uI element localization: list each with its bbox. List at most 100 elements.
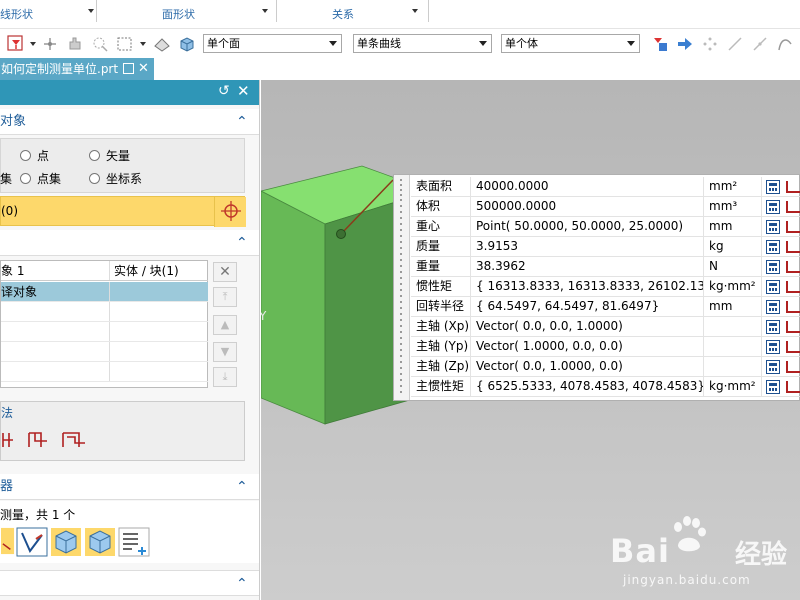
calculator-icon[interactable] [766,340,780,354]
measurement-info-table[interactable]: 表面积 40000.0000 mm² 体积 500000.0000 mm³ 重心 Point(… [393,174,800,401]
calculator-icon[interactable] [766,300,780,314]
measure-vector-icon[interactable] [16,527,48,557]
body-result-icon[interactable] [50,527,82,557]
snap-point-icon[interactable] [40,34,60,54]
list-item[interactable] [1,322,208,342]
radio-point[interactable]: 点 [20,149,49,163]
radio-vector[interactable]: 矢量 [89,149,130,163]
group-face-shape[interactable]: 面形状 [162,0,195,22]
info-row[interactable]: 表面积 40000.0000 mm² [411,177,800,197]
info-row[interactable]: 惯性矩 { 16313.8333, 16313.8333, 26102.1333}… [411,277,800,297]
section-header-settings[interactable]: ⌃ [0,570,259,597]
radio-icon[interactable] [89,150,100,161]
line-icon[interactable] [725,34,745,54]
info-row[interactable]: 回转半径 { 64.5497, 64.5497, 81.6497} mm [411,297,800,317]
measure-icon[interactable] [786,321,800,333]
center-of-gravity-point[interactable] [336,229,346,239]
radio-icon[interactable] [20,173,31,184]
group-relations[interactable]: 关系 [332,0,354,22]
measure-icon[interactable] [786,241,800,253]
list-item[interactable] [1,342,208,362]
info-row[interactable]: 主轴 (Xp) Vector( 0.0, 0.0, 1.0000) [411,317,800,337]
body-rule-select[interactable]: 单个体 [501,34,640,53]
volume-method-icon[interactable] [59,427,89,455]
measure-icon[interactable] [786,181,800,193]
reset-icon[interactable]: ↺ [218,83,230,99]
calculator-icon[interactable] [766,380,780,394]
curve-rule-select[interactable]: 单条曲线 [353,34,492,53]
info-row[interactable]: 主惯性矩 { 6525.5333, 4078.4583, 4078.4583} kg… [411,377,800,397]
calculator-icon[interactable] [766,200,780,214]
chevron-up-icon[interactable]: ⌃ [236,571,248,597]
close-icon[interactable]: ✕ [138,58,149,80]
info-row[interactable]: 重量 38.3962 N [411,257,800,277]
curve-icon[interactable] [775,34,795,54]
radio-icon[interactable] [89,173,100,184]
radio-csys[interactable]: 坐标系 [89,172,142,186]
chevron-down-icon[interactable] [88,9,94,13]
body-result-icon[interactable] [84,527,116,557]
hand-select-icon[interactable] [65,34,85,54]
measure-icon[interactable] [786,301,800,313]
chevron-down-icon[interactable] [412,9,418,13]
move-top-icon[interactable]: ⤒ [213,287,237,307]
points-icon[interactable] [700,34,720,54]
remove-button[interactable]: ✕ [213,262,237,282]
face-rule-select[interactable]: 单个面 [203,34,342,53]
list-item[interactable] [1,362,208,382]
chevron-down-icon[interactable] [140,42,146,46]
section-header-results[interactable]: 器 ⌃ [0,474,259,500]
measure-icon[interactable] [786,381,800,393]
section-header-list[interactable]: ⌃ [0,230,259,256]
calculator-icon[interactable] [766,280,780,294]
measure-icon[interactable] [786,281,800,293]
info-row[interactable]: 重心 Point( 50.0000, 50.0000, 25.0000) mm [411,217,800,237]
lasso-select-icon[interactable] [90,34,110,54]
radio-set[interactable]: 集 [0,172,12,186]
close-icon[interactable]: ✕ [237,82,250,100]
radio-point-set[interactable]: 点集 [20,172,61,186]
measure-icon[interactable] [786,261,800,273]
solid-body-icon[interactable] [177,34,197,54]
chevron-up-icon[interactable]: ⌃ [236,474,248,500]
section-header-objects[interactable]: 对象 ⌃ [0,109,259,135]
select-object-button[interactable] [214,197,246,227]
list-item[interactable] [1,302,208,322]
block-front-face[interactable] [261,190,326,425]
filter-icon[interactable] [6,34,26,54]
measure-icon[interactable] [786,341,800,353]
chevron-down-icon[interactable] [262,9,268,13]
info-list-icon[interactable] [118,527,150,557]
calculator-icon[interactable] [766,180,780,194]
info-row[interactable]: 体积 500000.0000 mm³ [411,197,800,217]
calculator-icon[interactable] [766,240,780,254]
arrow-right-icon[interactable] [675,34,695,54]
chevron-down-icon[interactable] [30,42,36,46]
group-line-shape[interactable]: 线形状 [0,0,33,22]
info-row[interactable]: 主轴 (Zp) Vector( 0.0, 1.0000, 0.0) [411,357,800,377]
info-row[interactable]: 质量 3.9153 kg [411,237,800,257]
chevron-up-icon[interactable]: ⌃ [236,230,248,256]
object-list[interactable]: 象 1 实体 / 块(1) 译对象 [0,260,208,388]
calculator-icon[interactable] [766,260,780,274]
radio-icon[interactable] [20,150,31,161]
calculator-icon[interactable] [766,360,780,374]
measure-icon[interactable] [786,221,800,233]
measure-icon[interactable] [786,201,800,213]
select-object-row[interactable]: (0) [0,196,246,227]
rectangle-select-icon[interactable] [115,34,135,54]
move-up-icon[interactable]: ▲ [213,315,237,335]
chevron-up-icon[interactable]: ⌃ [236,109,248,135]
drag-handle[interactable] [394,175,410,400]
list-item[interactable]: 译对象 [1,282,208,302]
measure-icon[interactable] [786,361,800,373]
move-bottom-icon[interactable]: ⤓ [213,367,237,387]
eraser-icon[interactable] [152,34,172,54]
area-method-icon[interactable] [25,427,55,455]
calculator-icon[interactable] [766,320,780,334]
select-priority-icon[interactable] [650,34,670,54]
document-tab[interactable]: 如何定制测量单位.prt ✕ [0,58,154,80]
info-row[interactable]: 主轴 (Yp) Vector( 1.0000, 0.0, 0.0) [411,337,800,357]
tangent-icon[interactable] [750,34,770,54]
move-down-icon[interactable]: ▼ [213,342,237,362]
